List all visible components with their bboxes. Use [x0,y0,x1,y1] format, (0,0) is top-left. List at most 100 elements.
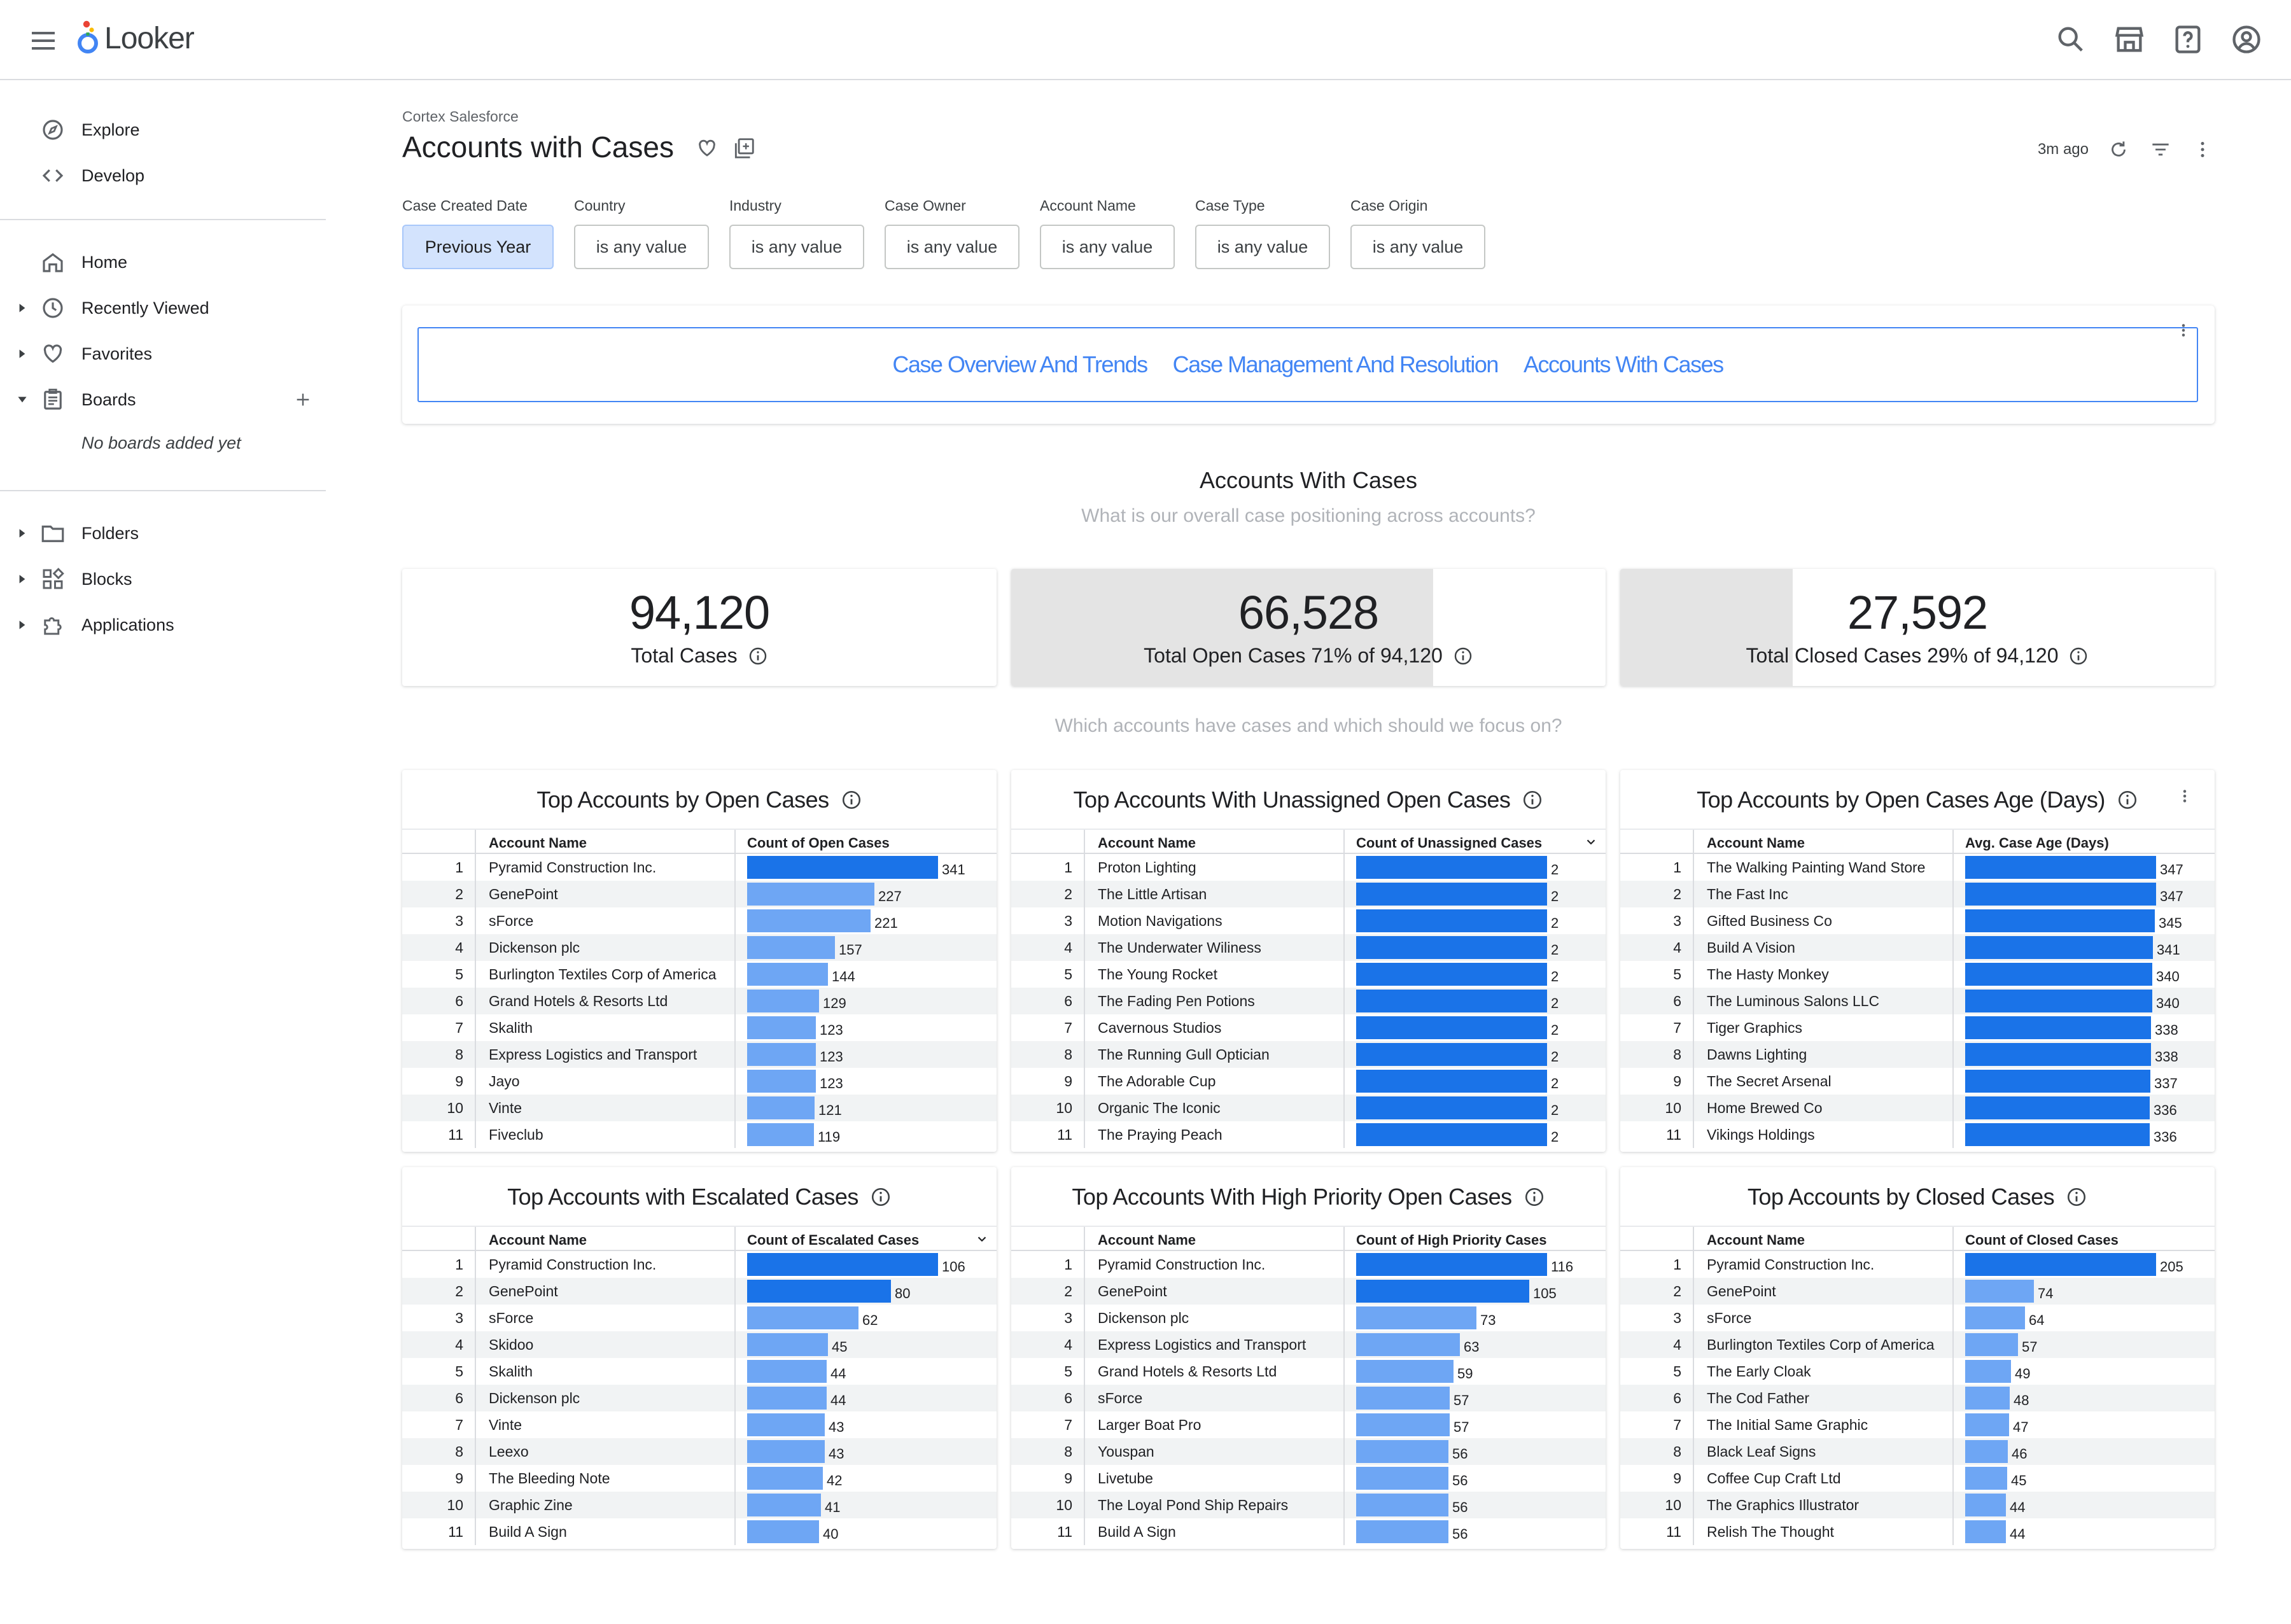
column-header-value[interactable]: Count of Unassigned Cases [1356,835,1542,851]
sidebar-item-develop[interactable]: Develop [0,157,326,195]
table-row[interactable]: 8 Express Logistics and Transport 123 [402,1041,997,1068]
table-row[interactable]: 7 Larger Boat Pro 57 [1011,1411,1606,1438]
account-name-cell[interactable]: Leexo [489,1438,724,1465]
column-header-value[interactable]: Count of Closed Cases [1965,1232,2119,1249]
account-name-cell[interactable]: sForce [489,1305,724,1331]
account-name-cell[interactable]: Youspan [1098,1438,1333,1465]
table-row[interactable]: 10 Home Brewed Co 336 [1620,1095,2215,1121]
table-row[interactable]: 11 Fiveclub 119 [402,1121,997,1148]
caret-right-icon[interactable] [15,347,29,361]
account-icon[interactable] [2230,23,2263,56]
account-name-cell[interactable]: Relish The Thought [1707,1518,1942,1545]
table-row[interactable]: 6 Grand Hotels & Resorts Ltd 129 [402,988,997,1014]
account-name-cell[interactable]: Cavernous Studios [1098,1014,1333,1041]
column-header-account[interactable]: Account Name [1707,1232,1805,1249]
account-name-cell[interactable]: Graphic Zine [489,1492,724,1518]
table-row[interactable]: 6 The Fading Pen Potions 2 [1011,988,1606,1014]
account-name-cell[interactable]: Fiveclub [489,1121,724,1148]
table-row[interactable]: 2 The Fast Inc 347 [1620,881,2215,907]
account-name-cell[interactable]: Black Leaf Signs [1707,1438,1942,1465]
table-row[interactable]: 3 sForce 62 [402,1305,997,1331]
table-row[interactable]: 9 Jayo 123 [402,1068,997,1095]
info-icon[interactable] [841,789,862,811]
favorite-heart-icon[interactable] [695,136,719,160]
table-row[interactable]: 1 Proton Lighting 2 [1011,854,1606,881]
table-row[interactable]: 11 The Praying Peach 2 [1011,1121,1606,1148]
account-name-cell[interactable]: Dickenson plc [489,934,724,961]
account-name-cell[interactable]: GenePoint [1707,1278,1942,1305]
add-to-board-icon[interactable] [732,136,756,160]
table-row[interactable]: 11 Build A Sign 40 [402,1518,997,1545]
table-row[interactable]: 9 Coffee Cup Craft Ltd 45 [1620,1465,2215,1492]
column-header-account[interactable]: Account Name [1098,835,1196,851]
table-row[interactable]: 1 Pyramid Construction Inc. 106 [402,1251,997,1278]
info-icon[interactable] [748,646,768,666]
account-name-cell[interactable]: GenePoint [1098,1278,1333,1305]
info-icon[interactable] [1522,789,1543,811]
table-row[interactable]: 11 Relish The Thought 44 [1620,1518,2215,1545]
account-name-cell[interactable]: The Young Rocket [1098,961,1333,988]
column-header-value[interactable]: Avg. Case Age (Days) [1965,835,2109,851]
table-row[interactable]: 7 Skalith 123 [402,1014,997,1041]
info-icon[interactable] [870,1186,892,1208]
account-name-cell[interactable]: Dickenson plc [1098,1305,1333,1331]
tab-case-management[interactable]: Case Management And Resolution [1173,351,1499,378]
info-icon[interactable] [1524,1186,1545,1208]
table-row[interactable]: 4 Burlington Textiles Corp of America 57 [1620,1331,2215,1358]
account-name-cell[interactable]: Skalith [489,1014,724,1041]
account-name-cell[interactable]: Dickenson plc [489,1385,724,1411]
table-row[interactable]: 4 Build A Vision 341 [1620,934,2215,961]
table-row[interactable]: 5 Grand Hotels & Resorts Ltd 59 [1011,1358,1606,1385]
table-row[interactable]: 3 Dickenson plc 73 [1011,1305,1606,1331]
filter-value-button[interactable]: is any value [1195,225,1330,269]
table-row[interactable]: 6 The Luminous Salons LLC 340 [1620,988,2215,1014]
account-name-cell[interactable]: Pyramid Construction Inc. [1098,1251,1333,1278]
account-name-cell[interactable]: Jayo [489,1068,724,1095]
table-row[interactable]: 5 The Hasty Monkey 340 [1620,961,2215,988]
sidebar-item-explore[interactable]: Explore [0,111,326,149]
table-row[interactable]: 2 GenePoint 105 [1011,1278,1606,1305]
account-name-cell[interactable]: Express Logistics and Transport [489,1041,724,1068]
account-name-cell[interactable]: Express Logistics and Transport [1098,1331,1333,1358]
table-row[interactable]: 10 The Graphics Illustrator 44 [1620,1492,2215,1518]
table-row[interactable]: 11 Build A Sign 56 [1011,1518,1606,1545]
account-name-cell[interactable]: Grand Hotels & Resorts Ltd [1098,1358,1333,1385]
filter-value-button[interactable]: is any value [1350,225,1485,269]
table-row[interactable]: 3 sForce 64 [1620,1305,2215,1331]
account-name-cell[interactable]: The Fading Pen Potions [1098,988,1333,1014]
table-row[interactable]: 2 GenePoint 227 [402,881,997,907]
table-row[interactable]: 6 sForce 57 [1011,1385,1606,1411]
table-row[interactable]: 10 The Loyal Pond Ship Repairs 56 [1011,1492,1606,1518]
column-header-account[interactable]: Account Name [1098,1232,1196,1249]
account-name-cell[interactable]: Larger Boat Pro [1098,1411,1333,1438]
filter-value-button[interactable]: Previous Year [402,225,554,269]
account-name-cell[interactable]: Dawns Lighting [1707,1041,1942,1068]
table-row[interactable]: 1 Pyramid Construction Inc. 341 [402,854,997,881]
account-name-cell[interactable]: sForce [1098,1385,1333,1411]
refresh-icon[interactable] [2106,137,2131,162]
info-icon[interactable] [2117,789,2138,811]
account-name-cell[interactable]: The Secret Arsenal [1707,1068,1942,1095]
account-name-cell[interactable]: The Praying Peach [1098,1121,1333,1148]
column-header-account[interactable]: Account Name [489,835,587,851]
account-name-cell[interactable]: The Early Cloak [1707,1358,1942,1385]
account-name-cell[interactable]: Build A Vision [1707,934,1942,961]
table-row[interactable]: 11 Vikings Holdings 336 [1620,1121,2215,1148]
table-row[interactable]: 10 Organic The Iconic 2 [1011,1095,1606,1121]
account-name-cell[interactable]: The Fast Inc [1707,881,1942,907]
account-name-cell[interactable]: The Loyal Pond Ship Repairs [1098,1492,1333,1518]
account-name-cell[interactable]: Build A Sign [489,1518,724,1545]
table-row[interactable]: 7 Cavernous Studios 2 [1011,1014,1606,1041]
table-row[interactable]: 1 Pyramid Construction Inc. 205 [1620,1251,2215,1278]
table-row[interactable]: 4 Dickenson plc 157 [402,934,997,961]
table-row[interactable]: 5 Skalith 44 [402,1358,997,1385]
account-name-cell[interactable]: Burlington Textiles Corp of America [489,961,724,988]
account-name-cell[interactable]: Vinte [489,1095,724,1121]
table-row[interactable]: 5 The Early Cloak 49 [1620,1358,2215,1385]
marketplace-icon[interactable] [2113,23,2146,56]
table-row[interactable]: 8 Dawns Lighting 338 [1620,1041,2215,1068]
sidebar-item-recently-viewed[interactable]: Recently Viewed [0,289,326,327]
account-name-cell[interactable]: The Cod Father [1707,1385,1942,1411]
filter-value-button[interactable]: is any value [574,225,709,269]
help-icon[interactable] [2171,23,2204,56]
